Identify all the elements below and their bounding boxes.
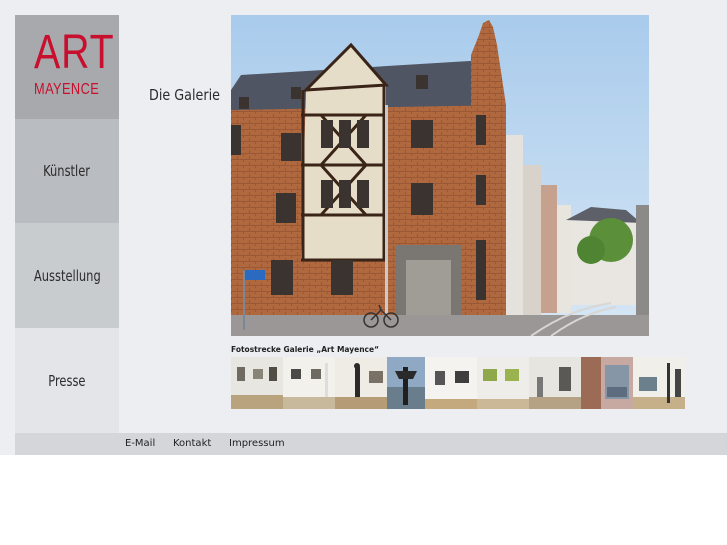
gallery-thumbnail[interactable]: [335, 357, 387, 409]
logo[interactable]: ART MAYENCE: [15, 15, 119, 119]
logo-secondary-text: MAYENCE: [34, 81, 100, 98]
nav-item-label: Künstler: [43, 162, 91, 180]
gallery-thumbnail[interactable]: [633, 357, 685, 409]
gallery-thumbnail[interactable]: [529, 357, 581, 409]
nav-item-kuenstler[interactable]: Künstler: [15, 119, 119, 223]
thumbnail-strip: [231, 357, 685, 409]
content-margin: [119, 15, 231, 433]
footer-link-email[interactable]: E-Mail: [125, 438, 155, 449]
gallery-thumbnail[interactable]: [581, 357, 633, 409]
nav-item-label: Presse: [48, 371, 86, 390]
sidebar: ART MAYENCE Künstler Ausstellung Presse: [15, 15, 119, 433]
gallery-thumbnail[interactable]: [425, 357, 477, 409]
nav-item-label: Ausstellung: [33, 266, 101, 285]
footer-bar: E-Mail Kontakt Impressum: [15, 433, 727, 455]
gallery-thumbnail[interactable]: [477, 357, 529, 409]
gallery-building-photo: [231, 15, 649, 336]
footer-link-impressum[interactable]: Impressum: [229, 438, 285, 449]
photo-caption: Fotostrecke Galerie „Art Mayence“: [231, 345, 380, 354]
footer-link-kontakt[interactable]: Kontakt: [173, 438, 211, 449]
nav-item-presse[interactable]: Presse: [15, 328, 119, 433]
logo-primary-text: ART: [34, 26, 115, 79]
gallery-thumbnail[interactable]: [231, 357, 283, 409]
gallery-thumbnail[interactable]: [387, 357, 425, 409]
nav-item-ausstellung[interactable]: Ausstellung: [15, 223, 119, 328]
page-title: Die Galerie: [149, 86, 220, 104]
gallery-thumbnail[interactable]: [283, 357, 335, 409]
